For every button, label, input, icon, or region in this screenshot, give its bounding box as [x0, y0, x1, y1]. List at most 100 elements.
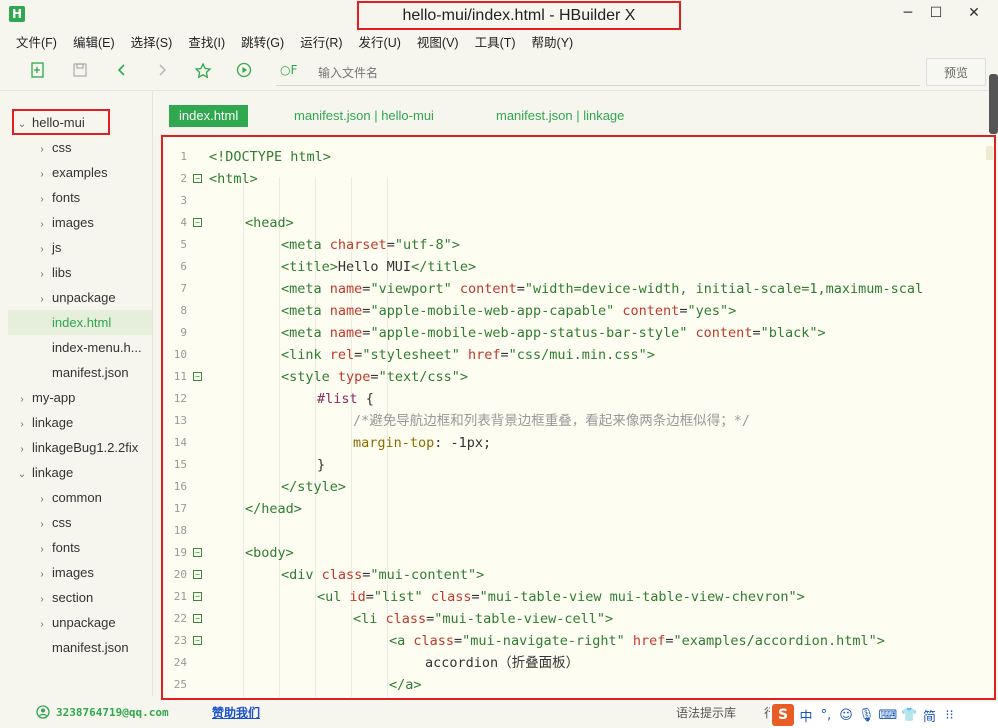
- code-line[interactable]: 10 <link rel="stylesheet" href="css/mui.m…: [163, 344, 993, 366]
- menu-goto[interactable]: 跳转(G): [233, 32, 292, 54]
- tab-manifest-linkage[interactable]: manifest.json | linkage: [496, 105, 624, 127]
- fold-toggle-icon[interactable]: −: [193, 570, 202, 579]
- ime-language-toggle[interactable]: 中: [798, 706, 814, 725]
- code-line[interactable]: 21− <ul id="list" class="mui-table-view m…: [163, 586, 993, 608]
- code-line[interactable]: 20− <div class="mui-content">: [163, 564, 993, 586]
- tree-item[interactable]: index.html: [8, 310, 152, 335]
- code-line[interactable]: 12 #list {: [163, 388, 993, 410]
- code-line[interactable]: 4− <head>: [163, 212, 993, 234]
- forward-icon[interactable]: [152, 62, 172, 82]
- fold-toggle-icon[interactable]: −: [193, 592, 202, 601]
- tree-item[interactable]: › unpackage: [8, 285, 152, 310]
- chevron-right-icon[interactable]: ›: [36, 237, 48, 262]
- tree-item[interactable]: ⌄ linkage: [8, 460, 152, 485]
- code-line[interactable]: 16 </style>: [163, 476, 993, 498]
- chevron-right-icon[interactable]: ›: [36, 137, 48, 162]
- code-line[interactable]: 23− <a class="mui-navigate-right" href="e…: [163, 630, 993, 652]
- menu-edit[interactable]: 编辑(E): [65, 32, 123, 54]
- tree-item[interactable]: › linkage: [8, 410, 152, 435]
- star-icon[interactable]: [193, 62, 213, 82]
- fold-toggle-icon[interactable]: −: [193, 372, 202, 381]
- chevron-right-icon[interactable]: ›: [16, 387, 28, 412]
- code-line[interactable]: 3: [163, 190, 993, 212]
- tree-item[interactable]: manifest.json: [8, 635, 152, 660]
- code-line[interactable]: 1 <!DOCTYPE html>: [163, 146, 993, 168]
- chevron-down-icon[interactable]: ⌄: [16, 462, 28, 487]
- tab-manifest-hello-mui[interactable]: manifest.json | hello-mui: [294, 105, 434, 127]
- tree-item[interactable]: › fonts: [8, 535, 152, 560]
- code-line[interactable]: 8 <meta name="apple-mobile-web-app-capabl…: [163, 300, 993, 322]
- tree-item[interactable]: › css: [8, 135, 152, 160]
- chevron-right-icon[interactable]: ›: [36, 487, 48, 512]
- code-line[interactable]: 24 accordion（折叠面板）: [163, 652, 993, 674]
- fold-toggle-icon[interactable]: −: [193, 614, 202, 623]
- fold-toggle-icon[interactable]: −: [193, 548, 202, 557]
- code-line[interactable]: 9 <meta name = "apple-mobile-web-app-status…: [163, 322, 993, 344]
- ime-skin-icon[interactable]: 👕: [901, 708, 917, 723]
- fold-toggle-icon[interactable]: −: [193, 636, 202, 645]
- tree-item[interactable]: › linkageBug1.2.2fix: [8, 435, 152, 460]
- tree-item[interactable]: › images: [8, 560, 152, 585]
- ime-emoji-icon[interactable]: ☺: [838, 708, 854, 723]
- code-editor[interactable]: 1 <!DOCTYPE html> 2− <html> 3 4− <head> 5 <meta …: [161, 135, 996, 700]
- fold-toggle-icon[interactable]: −: [193, 174, 202, 183]
- code-line[interactable]: 17 </head>: [163, 498, 993, 520]
- back-icon[interactable]: [112, 62, 132, 82]
- menu-run[interactable]: 运行(R): [292, 32, 350, 54]
- menu-publish[interactable]: 发行(U): [351, 32, 409, 54]
- file-search-input[interactable]: [316, 61, 910, 85]
- code-line[interactable]: 14 margin-top: -1px;: [163, 432, 993, 454]
- code-line[interactable]: 6 <title>Hello MUI</title>: [163, 256, 993, 278]
- account-icon[interactable]: [36, 705, 50, 723]
- run-icon[interactable]: [234, 62, 254, 82]
- menu-find[interactable]: 查找(I): [180, 32, 233, 54]
- code-line[interactable]: 15}: [163, 454, 993, 476]
- code-line[interactable]: 7 <meta name="viewport" content="width=de…: [163, 278, 993, 300]
- code-line[interactable]: 2− <html>: [163, 168, 993, 190]
- close-button[interactable]: ✕: [954, 0, 994, 28]
- tree-item[interactable]: › my-app: [8, 385, 152, 410]
- ime-keyboard-icon[interactable]: ⌨: [879, 708, 898, 723]
- chevron-right-icon[interactable]: ›: [36, 287, 48, 312]
- chevron-right-icon[interactable]: ›: [36, 187, 48, 212]
- new-file-icon[interactable]: [28, 62, 48, 82]
- tree-item[interactable]: › common: [8, 485, 152, 510]
- code-line[interactable]: 13 /*避免导航边框和列表背景边框重叠，看起来像两条边框似得；*/: [163, 410, 993, 432]
- save-icon[interactable]: [70, 62, 90, 82]
- chevron-right-icon[interactable]: ›: [36, 262, 48, 287]
- fold-toggle-icon[interactable]: −: [193, 218, 202, 227]
- chevron-right-icon[interactable]: ›: [36, 162, 48, 187]
- code-line[interactable]: 18: [163, 520, 993, 542]
- code-line[interactable]: 22− <li class="mui-table-view-cell">: [163, 608, 993, 630]
- maximize-button[interactable]: ☐: [916, 0, 956, 28]
- tree-item[interactable]: › images: [8, 210, 152, 235]
- tree-item[interactable]: manifest.json: [8, 360, 152, 385]
- code-line[interactable]: 19− <body>: [163, 542, 993, 564]
- tree-item[interactable]: › examples: [8, 160, 152, 185]
- ime-punctuation-icon[interactable]: °,: [818, 708, 834, 723]
- chevron-right-icon[interactable]: ›: [36, 212, 48, 237]
- tree-item[interactable]: › fonts: [8, 185, 152, 210]
- tree-item[interactable]: › js: [8, 235, 152, 260]
- menu-help[interactable]: 帮助(Y): [524, 32, 582, 54]
- menu-file[interactable]: 文件(F): [8, 32, 65, 54]
- account-email[interactable]: 3238764719@qq.com: [56, 706, 169, 719]
- ime-simplified-toggle[interactable]: 简: [921, 706, 937, 725]
- tree-item[interactable]: index-menu.h...: [8, 335, 152, 360]
- preview-button[interactable]: 预览: [926, 58, 986, 86]
- ime-logo-icon[interactable]: S: [772, 704, 794, 726]
- code-line[interactable]: 5 <meta charset="utf-8">: [163, 234, 993, 256]
- menu-select[interactable]: 选择(S): [123, 32, 181, 54]
- ime-menu-icon[interactable]: ⁝⁝: [941, 708, 957, 723]
- sponsor-link[interactable]: 赞助我们: [212, 704, 260, 721]
- chevron-right-icon[interactable]: ›: [36, 562, 48, 587]
- tree-item[interactable]: › css: [8, 510, 152, 535]
- code-line[interactable]: 25 </a>: [163, 674, 993, 696]
- syntax-hint-library[interactable]: 语法提示库: [676, 704, 736, 721]
- chevron-right-icon[interactable]: ›: [16, 412, 28, 437]
- tree-item[interactable]: › libs: [8, 260, 152, 285]
- code-line[interactable]: 11− <style type="text/css">: [163, 366, 993, 388]
- tree-item[interactable]: › section: [8, 585, 152, 610]
- menu-view[interactable]: 视图(V): [409, 32, 467, 54]
- menu-tools[interactable]: 工具(T): [467, 32, 524, 54]
